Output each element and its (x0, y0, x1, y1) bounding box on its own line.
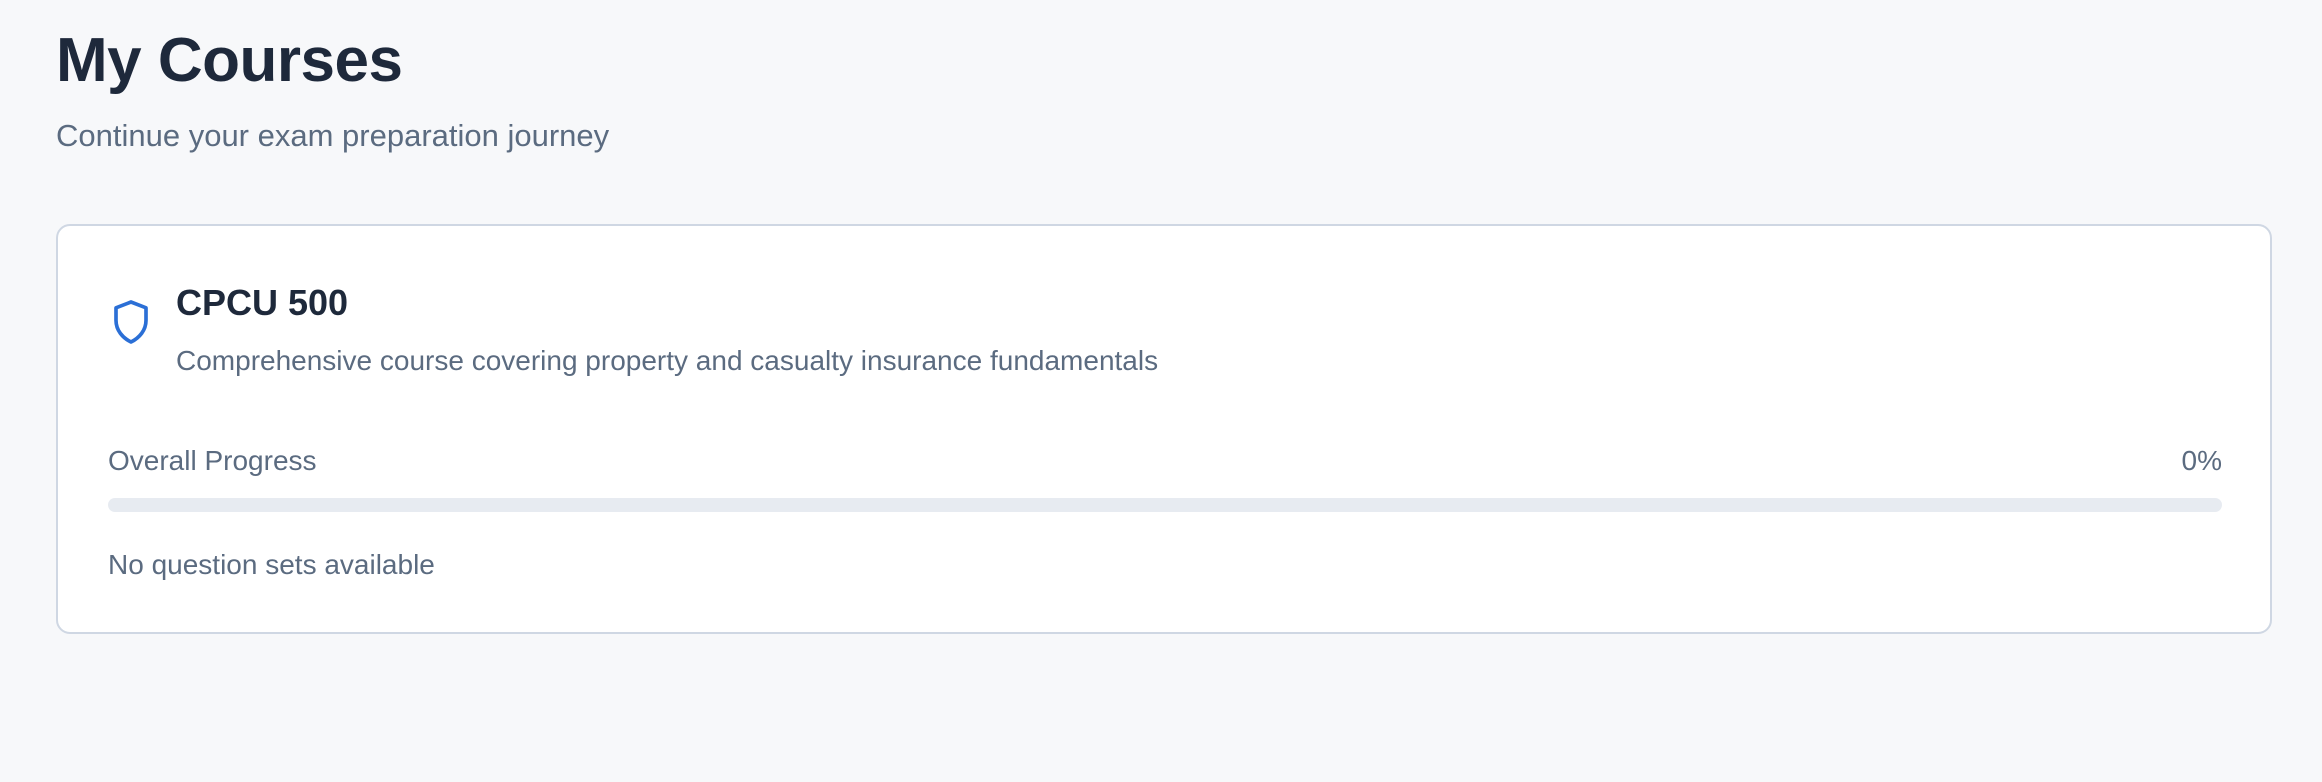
page-header: My Courses Continue your exam preparatio… (56, 26, 609, 154)
page-subtitle: Continue your exam preparation journey (56, 118, 610, 153)
course-description: Comprehensive course covering property a… (176, 345, 1159, 376)
course-title: CPCU 500 (176, 282, 349, 323)
course-text: CPCU 500 Comprehensive course covering p… (176, 282, 1158, 378)
empty-question-sets-message: No question sets available (108, 549, 435, 580)
progress-bar (108, 498, 2222, 512)
course-header: CPCU 500 Comprehensive course covering p… (108, 282, 1158, 378)
progress-header: Overall Progress 0% (108, 444, 2222, 478)
progress-section: Overall Progress 0% (108, 444, 2222, 512)
progress-label: Overall Progress (108, 445, 317, 476)
course-card[interactable]: CPCU 500 Comprehensive course covering p… (56, 224, 2272, 634)
progress-percentage: 0% (2181, 445, 2222, 476)
shield-icon (108, 296, 154, 348)
page-title: My Courses (56, 26, 403, 95)
